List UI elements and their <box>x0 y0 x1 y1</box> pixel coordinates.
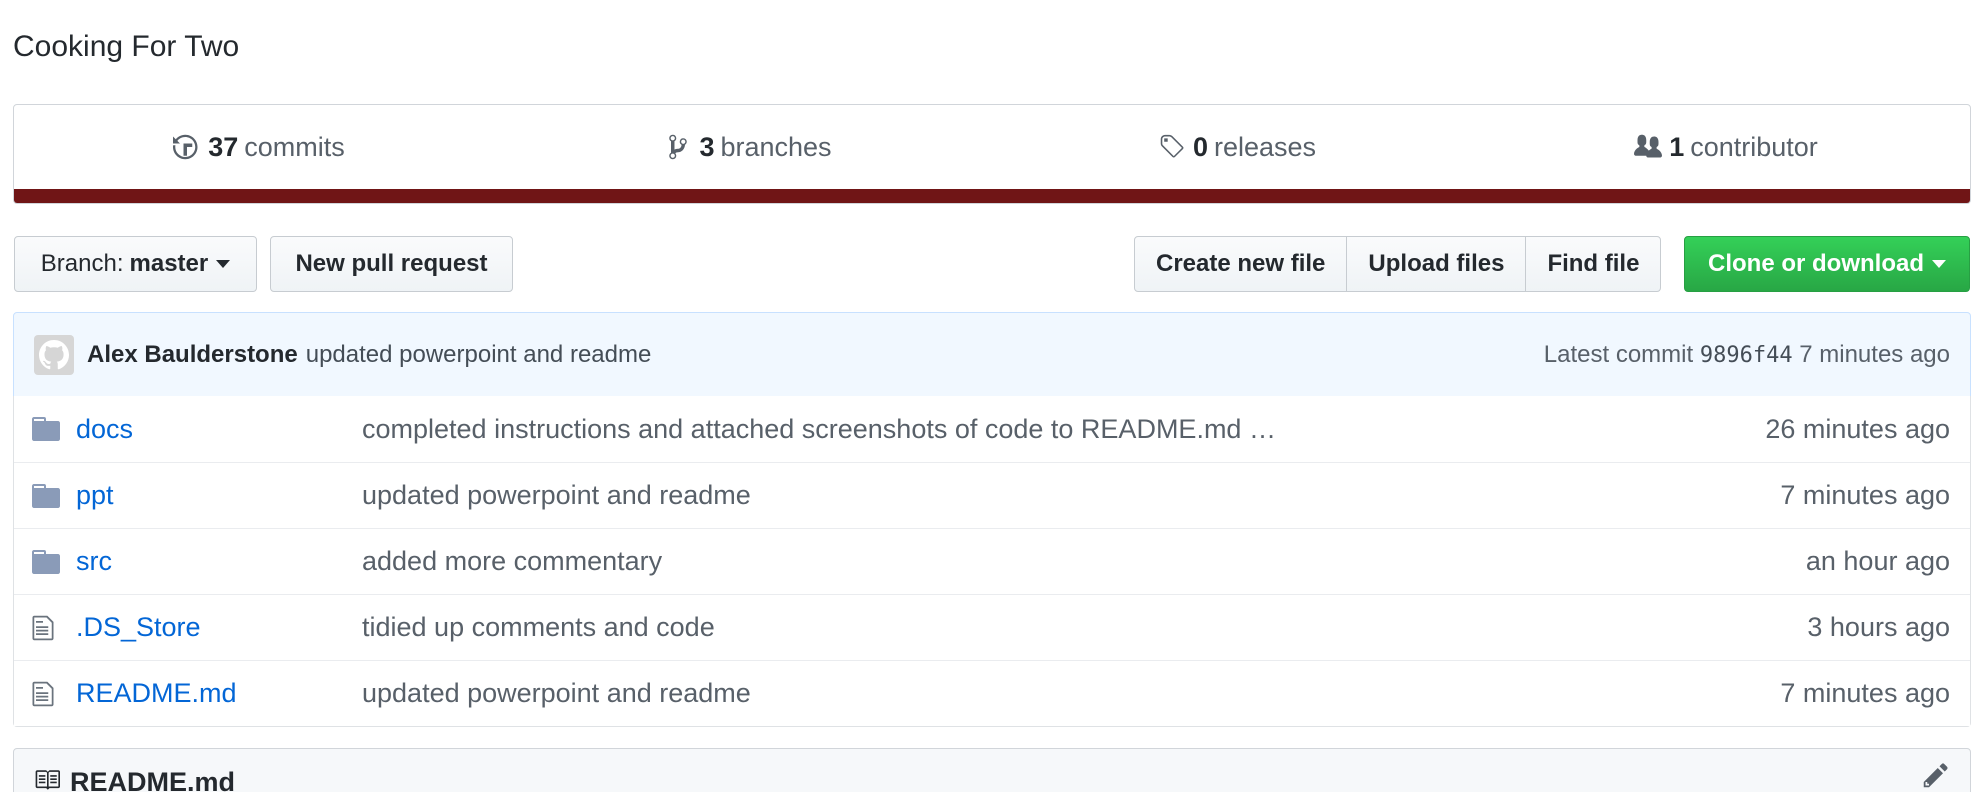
commit-sha[interactable]: 9896f44 <box>1700 343 1793 368</box>
file-row-docs: docs completed instructions and attached… <box>14 396 1970 462</box>
branch-icon <box>663 132 693 162</box>
contributors-label: contributor <box>1690 131 1818 162</box>
language-bar[interactable] <box>14 189 1970 203</box>
file-name-link[interactable]: .DS_Store <box>76 612 362 643</box>
create-new-file-button[interactable]: Create new file <box>1134 236 1348 292</box>
branch-select-button[interactable]: Branch: master <box>14 236 257 292</box>
readme-header: README.md <box>13 748 1971 792</box>
file-name-link[interactable]: README.md <box>76 678 362 709</box>
chevron-down-icon <box>1932 260 1946 268</box>
file-age: 26 minutes ago <box>1765 413 1950 444</box>
file-row-ppt: ppt updated powerpoint and readme 7 minu… <box>14 462 1970 528</box>
pencil-icon[interactable] <box>1922 761 1950 792</box>
file-commit-message[interactable]: updated powerpoint and readme <box>362 480 1780 511</box>
branches-link[interactable]: 3 branches <box>503 132 992 163</box>
clone-or-download-button[interactable]: Clone or download <box>1684 236 1970 292</box>
latest-commit-info: Latest commit 9896f44 7 minutes ago <box>1544 341 1950 369</box>
branches-count: 3 <box>699 131 715 162</box>
file-commit-message[interactable]: added more commentary <box>362 546 1806 577</box>
file-text-icon <box>32 680 62 708</box>
book-icon <box>32 767 62 792</box>
file-commit-message[interactable]: completed instructions and attached scre… <box>362 414 1765 445</box>
releases-count: 0 <box>1192 131 1208 162</box>
clone-label: Clone or download <box>1708 250 1924 277</box>
file-age: 7 minutes ago <box>1780 480 1950 510</box>
file-age: an hour ago <box>1805 546 1950 576</box>
file-commit-message[interactable]: tidied up comments and code <box>362 612 1807 643</box>
file-name-link[interactable]: src <box>76 546 362 577</box>
file-row-src: src added more commentary an hour ago <box>14 528 1970 594</box>
avatar[interactable] <box>34 334 74 375</box>
branch-name: master <box>129 250 209 277</box>
contributors-link[interactable]: 1 contributor <box>1481 132 1970 163</box>
file-list: docs completed instructions and attached… <box>13 396 1971 727</box>
commit-age: 7 minutes ago <box>1799 340 1950 368</box>
file-text-icon <box>32 614 62 642</box>
file-row-ds-store: .DS_Store tidied up comments and code 3 … <box>14 594 1970 660</box>
file-age: 3 hours ago <box>1807 612 1950 642</box>
releases-label: releases <box>1213 131 1317 162</box>
commit-author[interactable]: Alex Baulderstone <box>87 341 298 369</box>
contributors-count: 1 <box>1669 131 1685 162</box>
commit-message[interactable]: updated powerpoint and readme <box>306 341 652 369</box>
tag-icon <box>1157 132 1187 162</box>
commits-link[interactable]: 37 commits <box>14 132 503 163</box>
new-pull-request-button[interactable]: New pull request <box>270 236 513 292</box>
commits-label: commits <box>244 131 345 162</box>
readme-title: README.md <box>70 767 236 792</box>
latest-commit-bar: Alex Baulderstone updated powerpoint and… <box>13 312 1971 397</box>
folder-icon <box>32 549 62 574</box>
file-actions-group: Create new file Upload files Find file <box>1134 236 1662 292</box>
people-icon <box>1633 132 1663 162</box>
folder-icon <box>32 483 62 508</box>
commits-count: 37 <box>208 131 239 162</box>
file-row-readme: README.md updated powerpoint and readme … <box>14 660 1970 726</box>
upload-files-button[interactable]: Upload files <box>1346 236 1527 292</box>
branches-label: branches <box>720 131 832 162</box>
file-navigation: Branch: master New pull request Create n… <box>13 236 1971 292</box>
file-name-link[interactable]: docs <box>76 414 362 445</box>
releases-link[interactable]: 0 releases <box>992 132 1481 163</box>
folder-icon <box>32 417 62 441</box>
file-age: 7 minutes ago <box>1780 678 1950 708</box>
repo-summary: 37 commits 3 branches 0 releases 1 contr… <box>13 104 1971 204</box>
file-name-link[interactable]: ppt <box>76 480 362 511</box>
history-icon <box>172 132 202 162</box>
latest-commit-label: Latest commit <box>1543 340 1694 368</box>
file-commit-message[interactable]: updated powerpoint and readme <box>362 678 1780 709</box>
repo-description: Cooking For Two <box>13 30 240 63</box>
find-file-button[interactable]: Find file <box>1525 236 1662 292</box>
chevron-down-icon <box>216 260 231 268</box>
branch-prefix: Branch: <box>40 250 124 277</box>
